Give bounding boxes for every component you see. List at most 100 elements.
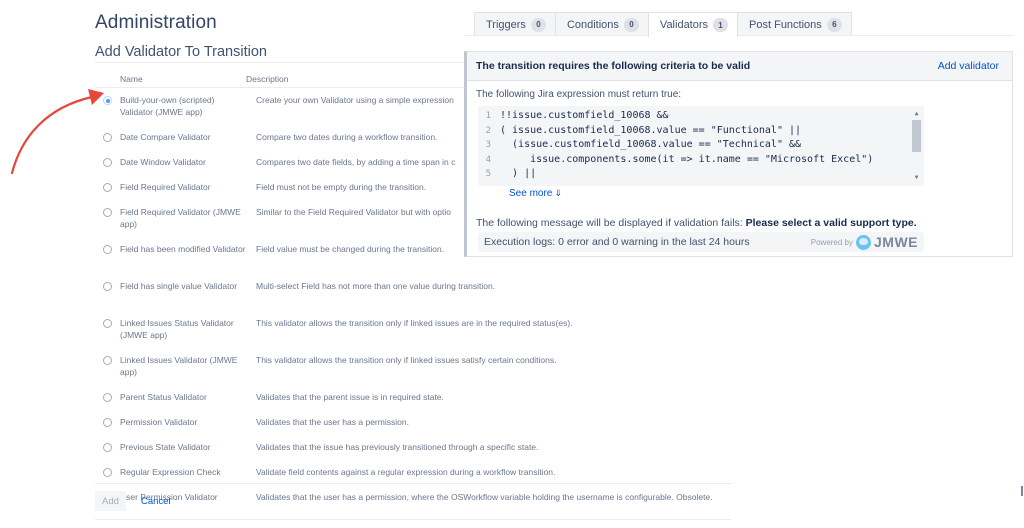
table-row[interactable]: Parent Status Validator Validates that th… <box>95 385 735 410</box>
tab-bar-divider <box>464 35 1014 36</box>
validator-name: Regular Expression Check <box>120 467 221 477</box>
radio-button[interactable] <box>103 158 112 167</box>
radio-button[interactable] <box>103 319 112 328</box>
table-row[interactable]: Field has single value Validator Multi-se… <box>95 274 735 311</box>
validator-name: User Permission Validator <box>120 492 218 502</box>
line-number: 5 <box>485 169 491 179</box>
radio-button[interactable] <box>103 468 112 477</box>
double-chevron-down-icon: ⇓ <box>554 188 562 198</box>
tab-label: Triggers <box>486 18 526 31</box>
validator-description: This validator allows the transition onl… <box>256 355 557 365</box>
radio-button[interactable] <box>103 356 112 365</box>
validator-description: Compares two date fields, by adding a ti… <box>256 157 456 167</box>
jmwe-brand: JMWE <box>874 234 918 250</box>
code-text: (issue.customfield_10068.value == "Techn… <box>500 139 802 150</box>
table-row[interactable]: Linked Issues Validator (JMWE app) This v… <box>95 348 735 385</box>
tab-bar: Triggers 0 Conditions 0 Validators 1 Post Func… <box>474 12 852 37</box>
scroll-down-icon[interactable]: ▼ <box>911 174 922 182</box>
validator-description: Create your own Validator using a simple… <box>256 95 454 105</box>
tab-count-badge: 0 <box>530 17 546 32</box>
cancel-button[interactable]: Cancel <box>141 491 171 511</box>
validator-description: Compare two dates during a workflow tran… <box>256 132 438 142</box>
see-more-label: See more <box>509 188 553 199</box>
radio-button[interactable] <box>103 443 112 452</box>
line-number: 2 <box>485 125 491 136</box>
validator-name: Linked Issues Validator (JMWE app) <box>120 355 238 377</box>
section-divider <box>95 62 465 63</box>
code-line: 1 !!issue.customfield_10068 && <box>478 109 924 124</box>
validator-description: Field value must be changed during the t… <box>256 244 445 254</box>
validator-name: Date Window Validator <box>120 157 206 167</box>
add-validator-link[interactable]: Add validator <box>938 60 999 72</box>
column-header-name: Name <box>120 73 143 84</box>
validator-description: Validate field contents against a regula… <box>256 467 556 477</box>
tab-triggers[interactable]: Triggers 0 <box>474 12 556 36</box>
line-number: 1 <box>485 111 491 121</box>
code-line: 3 (issue.customfield_10068.value == "Tec… <box>478 138 924 153</box>
validator-panel: The transition requires the following cr… <box>464 51 1013 257</box>
edge-scroll-indicator <box>1021 486 1023 496</box>
table-row[interactable]: Regular Expression Check Validate field c… <box>95 460 735 485</box>
tab-post-functions[interactable]: Post Functions 6 <box>737 12 852 36</box>
scroll-up-icon[interactable]: ▲ <box>911 110 922 118</box>
fail-message-prefix: The following message will be displayed … <box>476 217 746 229</box>
scroll-thumb[interactable] <box>912 120 921 152</box>
radio-button[interactable] <box>103 183 112 192</box>
radio-button[interactable] <box>103 133 112 142</box>
table-row[interactable]: User Permission Validator Validates that … <box>95 485 735 510</box>
table-row[interactable]: Previous State Validator Validates that t… <box>95 435 735 460</box>
tab-count-badge: 0 <box>623 17 639 32</box>
tab-label: Post Functions <box>749 18 822 31</box>
radio-button[interactable] <box>103 245 112 254</box>
radio-button[interactable] <box>103 393 112 402</box>
validator-name: Date Compare Validator <box>120 132 211 142</box>
see-more-link[interactable]: See more ⇓ <box>509 188 562 199</box>
radio-button[interactable] <box>103 282 112 291</box>
validator-description: Field must not be empty during the trans… <box>256 182 427 192</box>
powered-by-label: Powered by <box>810 237 853 247</box>
tab-label: Conditions <box>566 18 619 31</box>
validator-name: Field has been modified Validator <box>120 244 246 254</box>
validator-panel-header: The transition requires the following cr… <box>467 52 1012 81</box>
jmwe-logo-icon <box>856 234 871 250</box>
radio-button[interactable] <box>103 208 112 217</box>
fail-message-text: Please select a valid support type. <box>745 217 917 229</box>
execution-logs[interactable]: Execution logs: 0 error and 0 warning in… <box>484 236 750 248</box>
validator-name: Build-your-own (scripted) Validator (JMW… <box>120 95 215 117</box>
fail-message: The following message will be displayed … <box>476 217 917 229</box>
page-title: Administration <box>95 12 217 33</box>
radio-button[interactable] <box>103 96 112 105</box>
code-text: !!issue.customfield_10068 && <box>500 110 669 121</box>
code-line: 5 ) || <box>478 167 924 182</box>
validator-name: Parent Status Validator <box>120 392 207 402</box>
code-text: ( issue.customfield_10068.value == "Func… <box>500 124 802 136</box>
tab-validators[interactable]: Validators 1 <box>647 12 739 37</box>
validator-description: This validator allows the transition onl… <box>256 318 573 328</box>
form-divider-bottom <box>95 519 731 520</box>
validator-description: Similar to the Field Required Validator … <box>256 207 451 217</box>
radio-button[interactable] <box>103 418 112 427</box>
code-scrollbar[interactable]: ▲ ▼ <box>911 108 922 184</box>
section-title: Add Validator To Transition <box>95 44 267 60</box>
validator-description: Validates that the user has a permission… <box>256 492 713 502</box>
code-lines: 1 !!issue.customfield_10068 && 2 ( issue.cu… <box>478 106 924 182</box>
validator-name: Previous State Validator <box>120 442 211 452</box>
validator-name: Field Required Validator <box>120 182 211 192</box>
form-divider-top <box>95 483 731 484</box>
column-header-description: Description <box>246 73 289 84</box>
validator-name: Field has single value Validator <box>120 281 238 291</box>
execution-logs-bar: Execution logs: 0 error and 0 warning in… <box>478 232 924 252</box>
table-row[interactable]: Permission Validator Validates that the u… <box>95 410 735 435</box>
tab-count-badge: 6 <box>826 17 842 32</box>
tab-label: Validators <box>659 19 709 31</box>
add-button[interactable]: Add <box>95 491 126 511</box>
code-line: 4 issue.components.some(it => it.name ==… <box>478 153 924 168</box>
tab-conditions[interactable]: Conditions 0 <box>554 12 649 36</box>
validator-name: Field Required Validator (JMWE app) <box>120 207 241 229</box>
validator-description: Validates that the parent issue is in re… <box>256 392 444 402</box>
powered-by: Powered by JMWE <box>811 234 918 250</box>
table-row[interactable]: Linked Issues Status Validator (JMWE app… <box>95 311 735 348</box>
validator-description: Multi-select Field has not more than one… <box>256 281 496 291</box>
code-editor[interactable]: 1 !!issue.customfield_10068 && 2 ( issue.cu… <box>478 106 924 186</box>
line-number: 3 <box>485 140 491 150</box>
